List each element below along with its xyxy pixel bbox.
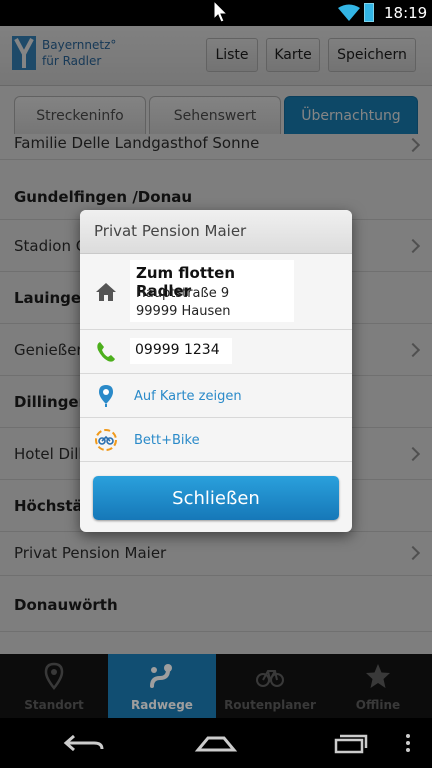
mouse-cursor-icon <box>213 0 229 23</box>
bett-bike-link[interactable]: Bett+Bike <box>134 433 200 448</box>
show-on-map-link[interactable]: Auf Karte zeigen <box>134 389 242 404</box>
wifi-icon <box>338 4 360 21</box>
phone-row[interactable]: 09999 1234 <box>80 330 352 374</box>
status-bar: 18:19 <box>0 0 432 26</box>
map-row[interactable]: Auf Karte zeigen <box>80 374 352 418</box>
bettbike-row[interactable]: Bett+Bike <box>80 418 352 462</box>
status-clock: 18:19 <box>384 4 428 22</box>
address-row: Zum flotten Radler Hauptstraße 9 99999 H… <box>80 254 352 330</box>
phone-number: 09999 1234 <box>135 342 220 358</box>
address-city: 99999 Hausen <box>136 304 231 319</box>
address-box: Zum flotten Radler Hauptstraße 9 99999 H… <box>130 260 294 322</box>
home-icon <box>96 283 116 301</box>
detail-dialog: Privat Pension Maier Zum flotten Radler … <box>80 210 352 532</box>
phone-box: 09999 1234 <box>130 338 232 364</box>
bottom-nav-scrim <box>0 654 432 718</box>
overflow-menu-icon[interactable] <box>404 732 412 754</box>
battery-icon <box>364 3 374 22</box>
bett-bike-icon <box>95 429 117 451</box>
address-street: Hauptstraße 9 <box>136 286 230 301</box>
map-pin-icon <box>99 385 113 407</box>
recent-apps-icon[interactable] <box>326 732 370 754</box>
phone-icon <box>97 342 115 362</box>
home-button-icon[interactable] <box>194 732 238 754</box>
system-navigation-bar <box>0 718 432 768</box>
back-icon[interactable] <box>62 732 106 754</box>
dialog-title-bar: Privat Pension Maier <box>80 210 352 254</box>
dialog-title: Privat Pension Maier <box>94 222 247 240</box>
close-button[interactable]: Schließen <box>93 476 339 520</box>
